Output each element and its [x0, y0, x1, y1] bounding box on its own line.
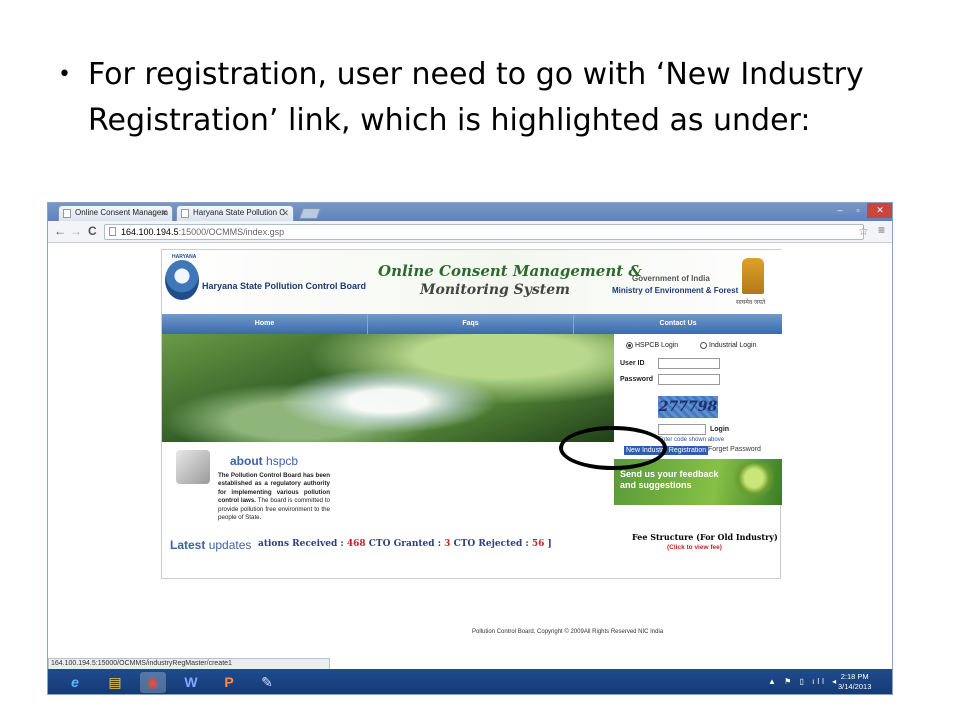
industrial-login-radio[interactable]	[700, 342, 707, 349]
page-favicon-icon	[181, 209, 189, 218]
feedback-line2: and suggestions	[620, 480, 692, 490]
latest-word: Latest	[170, 538, 206, 552]
site-footer: Pollution Control Board, Copyright © 200…	[472, 629, 664, 635]
tab-label: Haryana State Pollution C	[193, 208, 286, 217]
forget-password-link[interactable]: Forget Password	[708, 446, 761, 453]
reload-icon[interactable]: C	[88, 224, 97, 238]
system-title-line1: Online Consent Management &	[378, 262, 642, 280]
url-host: 164.100.194.5	[121, 227, 179, 237]
ticker-part3: CTO Rejected :	[450, 539, 532, 549]
ticker-part1: ations Received :	[258, 539, 347, 549]
tab-haryana-pollution[interactable]: Haryana State Pollution C ✕	[176, 205, 294, 221]
forward-arrow-icon[interactable]: →	[70, 224, 82, 238]
word-icon[interactable]: W	[178, 672, 204, 693]
file-explorer-icon[interactable]: ▤	[102, 672, 128, 693]
slide-heading-text: For registration, user need to go with ‘…	[88, 57, 864, 138]
hspcb-login-radio[interactable]	[626, 342, 633, 349]
highlight-ellipse	[559, 426, 667, 470]
password-input[interactable]	[658, 374, 720, 385]
paint-icon[interactable]: ✎	[254, 672, 280, 693]
emblem-motto: सत्यमेव जयते	[736, 300, 766, 306]
password-label: Password	[620, 376, 654, 383]
system-title-line2: Monitoring System	[420, 282, 570, 298]
clock-date: 3/14/2013	[838, 682, 872, 691]
feedback-text: Send us your feedback and suggestions	[620, 469, 719, 491]
ministry-label: Ministry of Environment & Forest	[612, 286, 739, 295]
feedback-line1: Send us your feedback	[620, 469, 719, 479]
browser-screenshot: Online Consent Managem ✕ Haryana State P…	[47, 202, 893, 695]
updates-word: updates	[208, 538, 252, 552]
org-name: Haryana State Pollution Control Board	[202, 281, 367, 291]
about-heading: about hspcb	[230, 454, 298, 468]
minimize-button[interactable]: –	[831, 203, 849, 218]
about-heading-word: about	[230, 454, 263, 468]
about-illustration	[176, 450, 210, 484]
tab-label: Online Consent Managem	[75, 208, 168, 217]
cto-rejected-count: 56	[531, 539, 545, 549]
fee-structure-title: Fee Structure (For Old Industry)	[632, 532, 778, 542]
plant-hands-icon	[734, 463, 774, 501]
hspcb-logo	[165, 260, 199, 300]
site-header: HARYANA Haryana State Pollution Control …	[162, 250, 782, 314]
close-tab-icon[interactable]: ✕	[281, 206, 289, 220]
web-page: HARYANA Haryana State Pollution Control …	[161, 249, 782, 635]
industrial-login-label: Industrial Login	[709, 342, 757, 349]
view-fee-link[interactable]: (Click to view fee)	[667, 544, 722, 551]
user-id-label: User ID	[620, 360, 645, 367]
bullet-dot: •	[58, 62, 71, 87]
url-path: :15000/OCMMS/index.gsp	[178, 227, 285, 237]
system-tray-icons[interactable]: ▲ ⚑ ▯ ıll ◂	[768, 677, 839, 686]
new-tab-button[interactable]	[298, 208, 322, 219]
back-arrow-icon[interactable]: ←	[54, 224, 66, 238]
browser-menu-icon[interactable]: ≡	[878, 223, 885, 237]
chrome-icon[interactable]: ◉	[140, 672, 166, 693]
ticker-end: ]	[544, 539, 552, 549]
government-label: Government of India	[632, 274, 710, 283]
restore-button[interactable]: ▫	[849, 203, 867, 218]
user-id-input[interactable]	[658, 358, 720, 369]
windows-taskbar: e ▤ ◉ W P ✎ ▲ ⚑ ▯ ıll ◂ 2:18 PM 3/14/201…	[48, 669, 892, 694]
window-close-button[interactable]: ✕	[867, 203, 892, 218]
captcha-input[interactable]	[658, 424, 706, 435]
page-favicon-icon	[63, 209, 71, 218]
address-bar[interactable]: 164.100.194.5:15000/OCMMS/index.gsp	[104, 224, 864, 240]
nav-faqs[interactable]: Faqs	[368, 314, 574, 334]
latest-updates-heading: Latest updates	[170, 538, 251, 552]
tab-strip: Online Consent Managem ✕ Haryana State P…	[48, 203, 892, 221]
nav-contact-us[interactable]: Contact Us	[574, 314, 782, 334]
updates-ticker: ations Received : 468 CTO Granted : 3 CT…	[258, 539, 552, 549]
waterfall-banner-image	[162, 334, 614, 442]
applications-received-count: 468	[346, 539, 366, 549]
site-nav: Home Faqs Contact Us	[162, 314, 782, 334]
bookmark-star-icon[interactable]: ☆	[858, 224, 869, 238]
captcha-hint: Enter code shown above	[658, 437, 725, 443]
tab-online-consent[interactable]: Online Consent Managem ✕	[58, 205, 173, 221]
browser-toolbar: ← → C 164.100.194.5:15000/OCMMS/index.gs…	[48, 221, 892, 243]
clock-time: 2:18 PM	[840, 672, 869, 681]
taskbar-clock[interactable]: 2:18 PM 3/14/2013	[838, 672, 871, 692]
close-tab-icon[interactable]: ✕	[160, 206, 168, 220]
slide: • For registration, user need to go with…	[0, 0, 960, 720]
hspcb-login-label: HSPCB Login	[635, 342, 679, 349]
page-icon	[109, 227, 116, 236]
internet-explorer-icon[interactable]: e	[62, 672, 88, 693]
ticker-part2: CTO Granted :	[365, 539, 445, 549]
about-text: The Pollution Control Board has been est…	[218, 472, 330, 522]
logo-caption: HARYANA	[172, 254, 197, 260]
about-section: about hspcb The Pollution Control Board …	[162, 442, 614, 538]
powerpoint-icon[interactable]: P	[216, 672, 242, 693]
captcha-image: 277798	[658, 396, 718, 418]
national-emblem-icon	[742, 258, 764, 294]
login-button[interactable]: Login	[710, 426, 729, 433]
nav-home[interactable]: Home	[162, 314, 368, 334]
about-heading-org: hspcb	[266, 454, 299, 468]
